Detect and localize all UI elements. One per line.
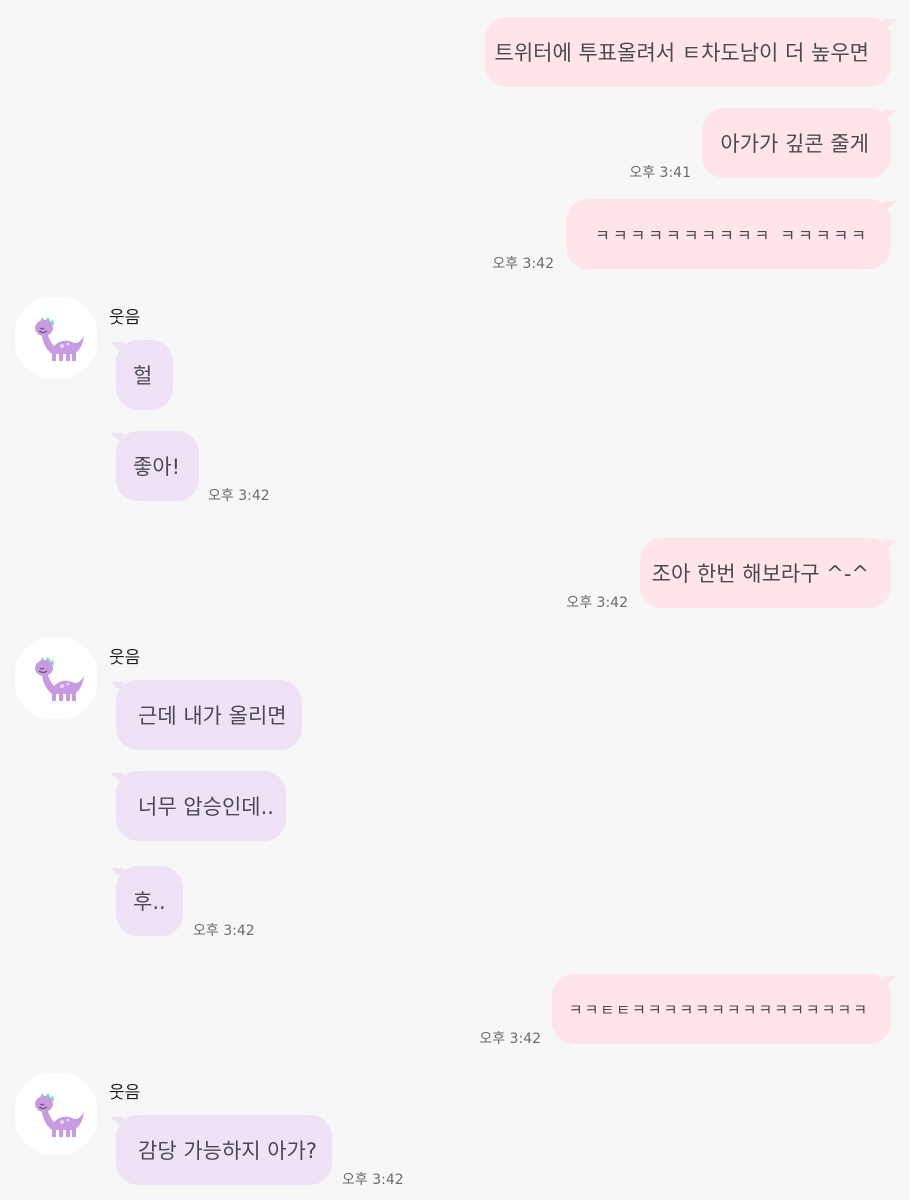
sent-message[interactable]: 아가가 깊콘 줄게 (702, 108, 897, 178)
sent-message[interactable]: 조아 한번 해보라구 ^-^ (640, 538, 897, 608)
sent-message[interactable]: 트위터에 투표올려서 ㅌ차도남이 더 높우면 (485, 17, 897, 87)
message-time: 오후 3:42 (566, 595, 628, 611)
message-time: 오후 3:42 (342, 1172, 404, 1188)
message-text: 너무 압승인데.. (138, 795, 274, 819)
message-time: 오후 3:42 (193, 923, 255, 939)
message-time: 오후 3:42 (479, 1031, 541, 1047)
received-message[interactable]: 후.. (110, 866, 183, 936)
sender-name: 웃음 (109, 1083, 141, 1103)
avatar[interactable] (15, 637, 97, 719)
message-text: 좋아! (133, 455, 181, 479)
avatar[interactable] (15, 1073, 97, 1155)
message-text: 트위터에 투표올려서 ㅌ차도남이 더 높우면 (494, 41, 869, 65)
message-text: 헐 (133, 364, 153, 388)
received-message[interactable]: 헐 (110, 340, 173, 410)
sender-name: 웃음 (109, 308, 141, 328)
received-message[interactable]: 너무 압승인데.. (110, 771, 286, 841)
dinosaur-icon (35, 317, 84, 361)
message-time: 오후 3:42 (492, 256, 554, 272)
message-text: ㅋㅋㅌㅌㅋㅋㅋㅋㅋㅋㅋㅋㅋㅋㅋㅋㅋㅋㅋ (568, 1000, 869, 1019)
sent-message[interactable]: ㅋㅋㅋㅋㅋㅋㅋㅋㅋㅋ ㅋㅋㅋㅋㅋ (566, 199, 897, 269)
message-text: 조아 한번 해보라구 ^-^ (651, 562, 869, 586)
received-message[interactable]: 감당 가능하지 아가? (110, 1115, 332, 1185)
message-text: 후.. (133, 890, 166, 914)
message-text: 아가가 깊콘 줄게 (720, 132, 869, 156)
dinosaur-icon (35, 657, 84, 701)
message-text: ㅋㅋㅋㅋㅋㅋㅋㅋㅋㅋ ㅋㅋㅋㅋㅋ (595, 226, 869, 245)
message-time: 오후 3:42 (208, 488, 270, 504)
message-text: 근데 내가 올리면 (138, 704, 287, 728)
sender-name: 웃음 (109, 648, 141, 668)
received-message[interactable]: 좋아! (110, 431, 199, 501)
avatar[interactable] (15, 297, 97, 379)
message-text: 감당 가능하지 아가? (138, 1139, 318, 1163)
message-time: 오후 3:41 (629, 165, 691, 181)
dinosaur-icon (35, 1093, 84, 1137)
sent-message[interactable]: ㅋㅋㅌㅌㅋㅋㅋㅋㅋㅋㅋㅋㅋㅋㅋㅋㅋㅋㅋ (552, 974, 897, 1044)
received-message[interactable]: 근데 내가 올리면 (110, 680, 302, 750)
